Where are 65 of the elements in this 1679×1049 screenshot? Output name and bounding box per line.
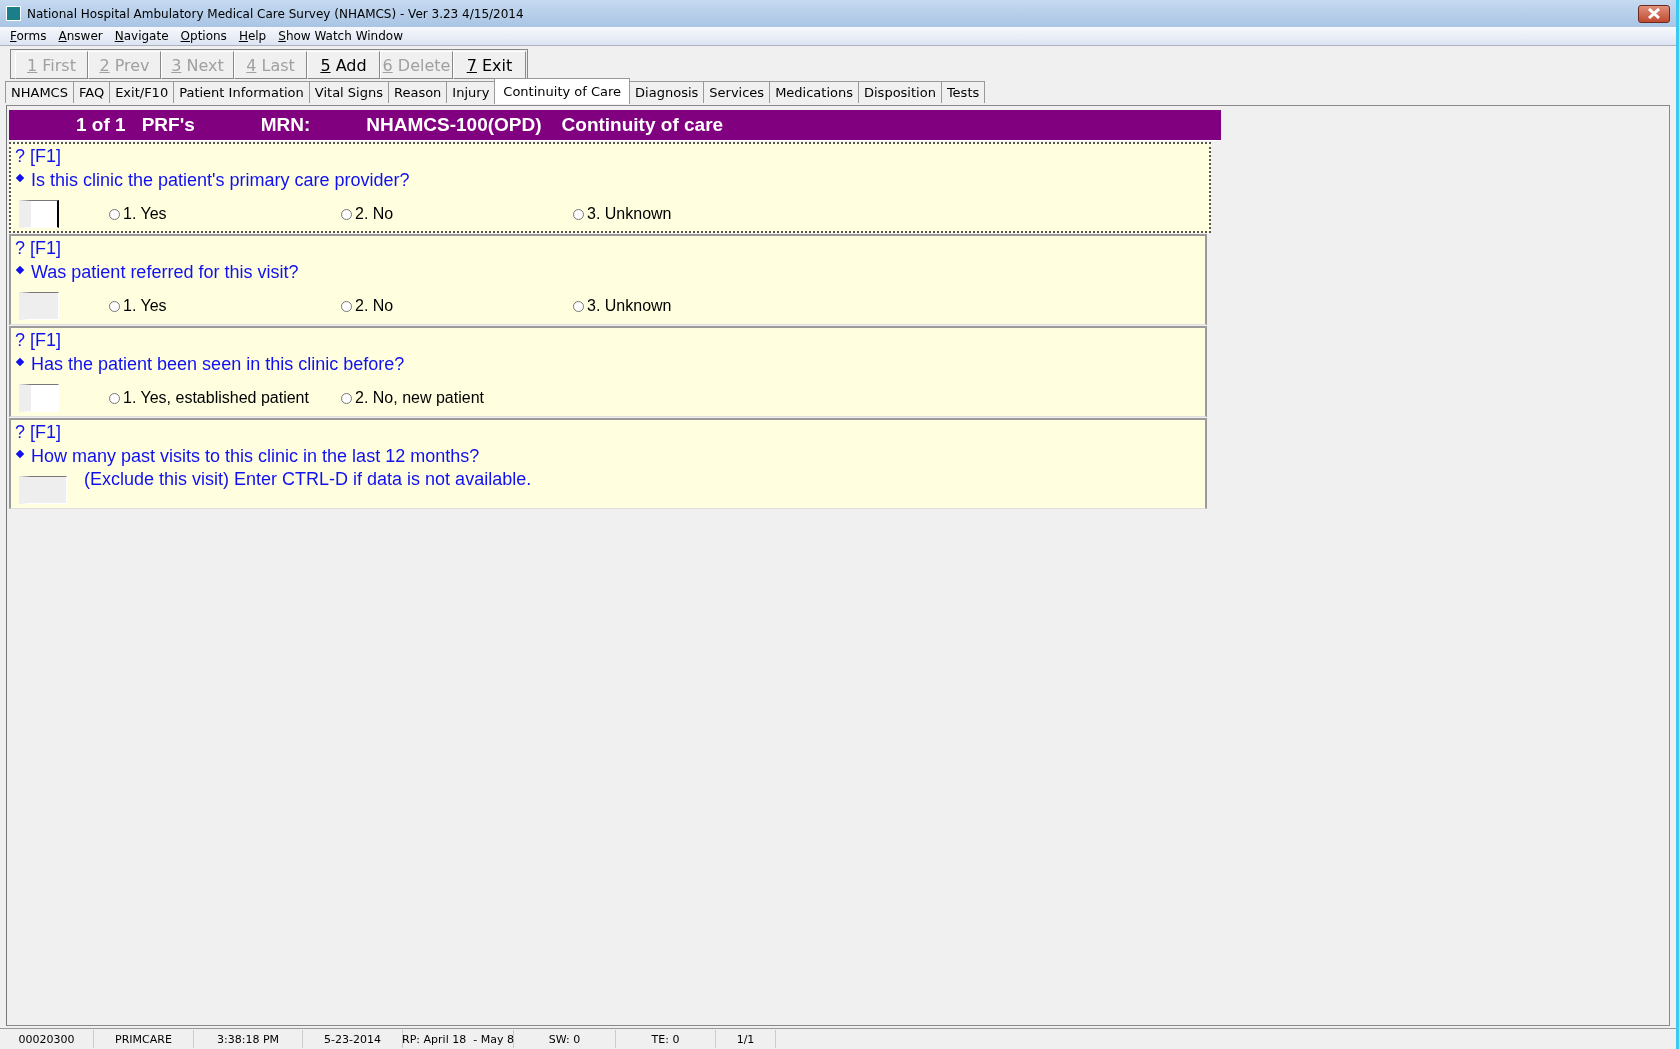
answer-field[interactable] <box>19 292 59 320</box>
answer-field[interactable] <box>19 384 59 412</box>
option-label[interactable]: 1. Yes <box>123 205 167 223</box>
tab[interactable]: Continuity of Care <box>494 78 631 104</box>
tab[interactable]: NHAMCS <box>5 81 74 103</box>
form-name: PRF's <box>141 114 195 136</box>
menu-item[interactable]: Navigate <box>108 29 175 43</box>
question-text: Has the patient been seen in this clinic before? <box>31 353 405 375</box>
record-count: 1 of 1 <box>76 114 126 136</box>
tab[interactable]: Diagnosis <box>629 81 705 103</box>
tab[interactable]: Disposition <box>858 81 942 103</box>
option-label[interactable]: 2. No <box>355 205 394 223</box>
menu-item[interactable]: Forms <box>4 29 53 43</box>
status-field: RP: April 18 - May 8 <box>403 1030 514 1048</box>
bullet-icon <box>15 357 25 367</box>
bullet-icon <box>15 449 25 459</box>
tab[interactable]: Injury <box>446 81 496 103</box>
section-title: Continuity of care <box>561 114 724 136</box>
option-label[interactable]: 1. Yes, established patient <box>123 389 309 407</box>
tab[interactable]: Vital Signs <box>308 81 389 103</box>
help-link[interactable]: ? [F1] <box>15 330 62 351</box>
window-title: National Hospital Ambulatory Medical Care Survey (NHAMCS) - Ver 3.23 4/15/2014 <box>27 6 525 21</box>
option-label[interactable]: 3. Unknown <box>587 297 672 315</box>
answer-field[interactable] <box>19 476 67 504</box>
toolbar-button[interactable]: 7 Exit <box>453 51 526 79</box>
app-icon <box>6 6 21 21</box>
option-label[interactable]: 1. Yes <box>123 297 167 315</box>
help-link[interactable]: ? [F1] <box>15 146 62 167</box>
status-field: TE: 0 <box>616 1030 716 1048</box>
menu-item[interactable]: Options <box>174 29 233 43</box>
help-link[interactable]: ? [F1] <box>15 238 62 259</box>
status-field: 5-23-2014 <box>303 1030 403 1048</box>
status-field: SW: 0 <box>514 1030 616 1048</box>
close-button[interactable] <box>1638 4 1670 23</box>
radio-button[interactable] <box>573 208 584 220</box>
mrn-value: NHAMCS-100(OPD) <box>366 114 542 136</box>
radio-button[interactable] <box>341 300 352 312</box>
menu-item[interactable]: Show Watch Window <box>272 29 409 43</box>
mrn-label: MRN: <box>260 114 311 136</box>
help-link[interactable]: ? [F1] <box>15 422 62 443</box>
status-field: 3:38:18 PM <box>194 1030 303 1048</box>
status-field: PRIMCARE <box>94 1030 194 1048</box>
option-label[interactable]: 3. Unknown <box>587 205 672 223</box>
bullet-icon <box>15 265 25 275</box>
radio-button[interactable] <box>109 300 120 312</box>
question-note: (Exclude this visit) Enter CTRL-D if data is not available. <box>84 469 532 490</box>
question-text: How many past visits to this clinic in the last 12 months? <box>31 445 480 467</box>
bullet-icon <box>15 173 25 183</box>
radio-button[interactable] <box>341 208 352 220</box>
menu-item[interactable]: Help <box>232 29 273 43</box>
radio-button[interactable] <box>109 392 120 404</box>
menu-item[interactable]: Answer <box>52 29 109 43</box>
option-label[interactable]: 2. No <box>355 297 394 315</box>
status-field: 00020300 <box>0 1030 94 1048</box>
radio-button[interactable] <box>341 392 352 404</box>
answer-field[interactable] <box>19 200 59 228</box>
close-icon <box>1647 8 1661 19</box>
status-field: 1/1 <box>716 1030 776 1048</box>
radio-button[interactable] <box>109 208 120 220</box>
question-text: Is this clinic the patient's primary care provider? <box>31 169 410 191</box>
tab[interactable]: Tests <box>940 81 986 103</box>
radio-button[interactable] <box>573 300 584 312</box>
toolbar-button[interactable]: 5 Add <box>307 51 380 79</box>
question-text: Was patient referred for this visit? <box>31 261 299 283</box>
option-label[interactable]: 2. No, new patient <box>355 389 484 407</box>
